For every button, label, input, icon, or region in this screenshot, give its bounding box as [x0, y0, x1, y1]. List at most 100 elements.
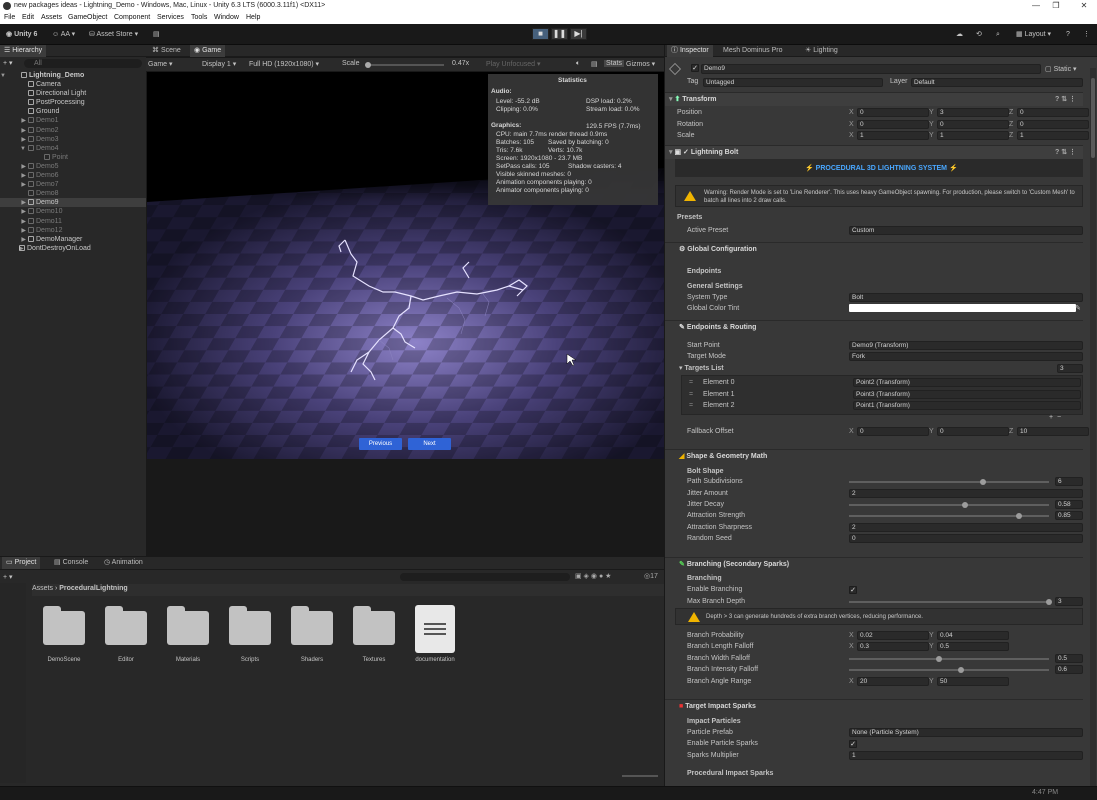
menu-gameobject[interactable]: GameObject: [68, 14, 107, 21]
layer-dropdown[interactable]: Default: [911, 78, 1083, 87]
color-tint-swatch[interactable]: [849, 304, 1076, 312]
display-dropdown[interactable]: Display 1 ▾: [202, 60, 236, 68]
tab-scene[interactable]: ⌘ Scene: [148, 45, 185, 57]
menu-file[interactable]: File: [4, 14, 15, 21]
fallback-x[interactable]: 0: [857, 427, 929, 436]
target-element[interactable]: = Element 0 Point2 (Transform): [665, 378, 1083, 388]
global-config-header[interactable]: ⚙ Global Configuration: [665, 242, 1083, 256]
scale-slider[interactable]: [365, 62, 444, 68]
path-subdivisions-slider[interactable]: [849, 479, 1049, 485]
cloud-icon[interactable]: ☁: [956, 28, 963, 41]
rotation-x[interactable]: 0: [857, 120, 929, 129]
icon-size-slider[interactable]: [622, 775, 658, 777]
target-element[interactable]: = Element 1 Point3 (Transform): [665, 389, 1083, 400]
rotation-z[interactable]: 0: [1017, 120, 1089, 129]
account-button[interactable]: ☺ AA ▾: [52, 28, 75, 41]
project-add-icon[interactable]: + ▾: [3, 573, 13, 581]
scale-z[interactable]: 1: [1017, 131, 1089, 140]
tab-console[interactable]: ▤ Console: [50, 557, 92, 569]
tab-lighting[interactable]: ☀ Lighting: [801, 45, 842, 57]
unity-version-button[interactable]: ◉ Unity 6: [6, 28, 37, 41]
tab-hierarchy[interactable]: ☰ Hierarchy: [0, 45, 47, 57]
breadcrumb-assets[interactable]: Assets: [32, 585, 53, 592]
shape-header[interactable]: ◢ Shape & Geometry Math: [665, 449, 1083, 463]
hierarchy-item[interactable]: ▶ Demo1: [0, 116, 146, 125]
next-button[interactable]: Next: [408, 438, 451, 450]
search-icon[interactable]: ⌕: [996, 28, 1000, 41]
pause-button[interactable]: ❚❚: [551, 28, 568, 40]
jitter-amount-field[interactable]: 2: [849, 489, 1083, 498]
target-mode-dropdown[interactable]: Fork: [849, 352, 1083, 361]
folder-textures[interactable]: Textures: [352, 605, 396, 663]
hierarchy-item[interactable]: Directional Light: [0, 89, 146, 98]
asset-store-button[interactable]: ⛁ Asset Store ▾: [89, 28, 138, 41]
branch-length-falloff-y[interactable]: 0.5: [937, 642, 1009, 651]
tag-dropdown[interactable]: Untagged: [703, 78, 883, 87]
step-button[interactable]: ▶|: [570, 28, 587, 40]
game-mode-dropdown[interactable]: Game ▾: [148, 60, 194, 68]
hierarchy-item[interactable]: ▶ Demo9: [0, 198, 146, 208]
routing-header[interactable]: ✎ Endpoints & Routing: [665, 320, 1083, 334]
random-seed-field[interactable]: 0: [849, 534, 1083, 543]
add-icon[interactable]: + ▾: [3, 59, 13, 67]
layout-dropdown[interactable]: ▦ Layout ▾: [1016, 28, 1051, 41]
folder-shaders[interactable]: Shaders: [290, 605, 334, 663]
position-x[interactable]: 0: [857, 108, 929, 117]
max-branch-depth-value[interactable]: 3: [1055, 597, 1083, 606]
menu-component[interactable]: Component: [114, 14, 150, 21]
active-checkbox[interactable]: ✓: [691, 64, 699, 72]
transform-header[interactable]: ▾ ⬆ Transform? ⇅ ⋮: [665, 92, 1083, 106]
tab-inspector[interactable]: ⓘ Inspector: [667, 45, 713, 57]
folder-scripts[interactable]: Scripts: [228, 605, 272, 663]
menu-edit[interactable]: Edit: [22, 14, 34, 21]
hierarchy-item[interactable]: PostProcessing: [0, 98, 146, 107]
hierarchy-item[interactable]: Ground: [0, 107, 146, 116]
gizmos-button[interactable]: Gizmos ▾: [626, 60, 655, 68]
hierarchy-item[interactable]: ▶ Demo11: [0, 217, 146, 226]
play-mode-dropdown[interactable]: Play Unfocused ▾: [486, 60, 541, 68]
branch-probability-y[interactable]: 0.04: [937, 631, 1009, 640]
target-element-field[interactable]: Point2 (Transform): [853, 378, 1081, 387]
list-add-remove[interactable]: + −: [1049, 414, 1061, 421]
stats-button[interactable]: Stats: [604, 60, 624, 67]
package-icon[interactable]: ▤: [153, 28, 160, 41]
enable-particles-checkbox[interactable]: ✓: [849, 740, 857, 748]
target-element-field[interactable]: Point3 (Transform): [853, 389, 1081, 399]
inspector-scrollbar[interactable]: [1090, 68, 1096, 786]
previous-button[interactable]: Previous: [359, 438, 402, 450]
scale-y[interactable]: 1: [937, 131, 1009, 140]
branch-angle-range-y[interactable]: 50: [937, 677, 1009, 686]
targets-list-header[interactable]: ▾ Targets List 3: [665, 364, 1083, 374]
scale-x[interactable]: 1: [857, 131, 929, 140]
help-icon[interactable]: ?: [1066, 28, 1070, 41]
menu-assets[interactable]: Assets: [41, 14, 62, 21]
branch-probability-x[interactable]: 0.02: [857, 631, 929, 640]
tab-animation[interactable]: ◷ Animation: [100, 557, 147, 569]
folder-materials[interactable]: Materials: [166, 605, 210, 663]
branch-width-falloff-value[interactable]: 0.5: [1055, 654, 1083, 663]
branch-intensity-falloff-value[interactable]: 0.6: [1055, 665, 1083, 674]
lightning-bolt-header[interactable]: ▾ ▣ ✓ Lightning Bolt? ⇅ ⋮: [665, 145, 1083, 159]
position-z[interactable]: 0: [1017, 108, 1089, 117]
menu-dots-icon[interactable]: ⋮: [1083, 28, 1090, 41]
attraction-sharpness-field[interactable]: 2: [849, 523, 1083, 532]
fallback-z[interactable]: 10: [1017, 427, 1089, 436]
hierarchy-dontdestroy[interactable]: ▶ DontDestroyOnLoad: [0, 244, 146, 253]
documentation-file[interactable]: documentation: [413, 605, 457, 663]
hierarchy-item[interactable]: ▶ Demo5: [0, 162, 146, 171]
tab-project[interactable]: ▭ Project: [2, 557, 41, 569]
branch-width-falloff-slider[interactable]: [849, 656, 1049, 662]
tab-mesh-dominus[interactable]: Mesh Dominus Pro: [719, 45, 787, 57]
active-preset-dropdown[interactable]: Custom: [849, 226, 1083, 235]
folder-demoscene[interactable]: DemoScene: [42, 605, 86, 663]
hierarchy-item[interactable]: ▶ Demo12: [0, 226, 146, 235]
tab-game[interactable]: ◉ Game: [190, 45, 226, 57]
menu-services[interactable]: Services: [157, 14, 184, 21]
max-branch-depth-slider[interactable]: [849, 599, 1052, 605]
attraction-strength-value[interactable]: 0.85: [1055, 511, 1083, 520]
menu-tools[interactable]: Tools: [191, 14, 207, 21]
jitter-decay-slider[interactable]: [849, 502, 1049, 508]
branch-intensity-falloff-slider[interactable]: [849, 667, 1049, 673]
enable-branching-checkbox[interactable]: ✓: [849, 586, 857, 594]
particle-prefab-field[interactable]: None (Particle System): [849, 728, 1083, 737]
